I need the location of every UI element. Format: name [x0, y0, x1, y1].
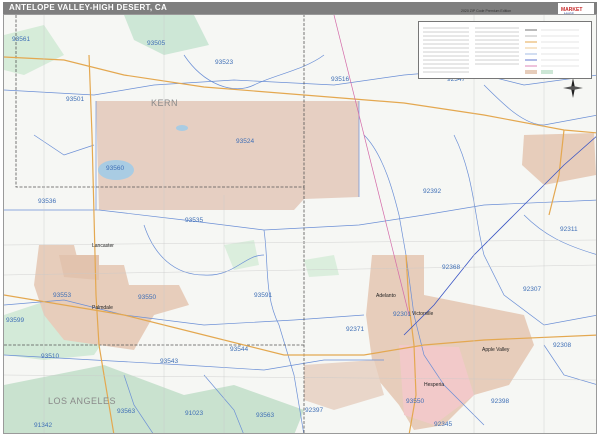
zip-label: 92368	[442, 264, 460, 271]
zip-label: 93550	[406, 398, 424, 405]
map-title: ANTELOPE VALLEY-HIGH DESERT, CA	[9, 3, 168, 12]
zip-label: 93505	[147, 40, 165, 47]
county-label-kern: KERN	[151, 98, 178, 108]
zip-label: 91342	[34, 422, 52, 429]
city-label-apple-valley: Apple Valley	[482, 347, 510, 353]
zip-label: 92301	[393, 311, 411, 318]
edition-label: 2020 ZIP Code Premium Edition	[461, 9, 512, 13]
city-label-adelanto: Adelanto	[376, 293, 396, 299]
zip-label: 92397	[305, 407, 323, 414]
zip-label: 93599	[6, 317, 24, 324]
zip-label: 92311	[560, 226, 578, 233]
zip-label: 93543	[160, 358, 178, 365]
city-label-lancaster: Lancaster	[92, 243, 114, 249]
map-legend	[418, 21, 592, 79]
zip-label: 93550	[138, 294, 156, 301]
county-label-los-angeles: LOS ANGELES	[48, 396, 116, 406]
title-bar: ANTELOPE VALLEY-HIGH DESERT, CA 2020 ZIP…	[3, 2, 597, 16]
zip-label: 93563	[117, 408, 135, 415]
zip-label: 93516	[331, 76, 349, 83]
zip-label: 93536	[38, 198, 56, 205]
city-label-hesperia: Hesperia	[424, 382, 444, 388]
zip-label: 93501	[66, 96, 84, 103]
zip-label: 93524	[236, 138, 254, 145]
zip-label: 91023	[185, 410, 203, 417]
zip-label: 93591	[254, 292, 272, 299]
zip-label: 92345	[434, 421, 452, 428]
zip-label: 93560	[106, 165, 124, 172]
zip-label: 93544	[230, 346, 248, 353]
zip-label: 93563	[256, 412, 274, 419]
zip-label: 92392	[423, 188, 441, 195]
zip-label: 93535	[185, 217, 203, 224]
city-label-palmdale: Palmdale	[92, 305, 113, 311]
zip-label: 93553	[53, 292, 71, 299]
map-frame: ANTELOPE VALLEY-HIGH DESERT, CA 2020 ZIP…	[0, 0, 600, 437]
zip-label: 92307	[523, 286, 541, 293]
zip-label: 92308	[553, 342, 571, 349]
zip-label: 93561	[12, 36, 30, 43]
zip-label: 93510	[41, 353, 59, 360]
zip-label: 93523	[215, 59, 233, 66]
zip-label: 92371	[346, 326, 364, 333]
zip-label: 92398	[491, 398, 509, 405]
city-label-victorville: Victorville	[412, 311, 434, 317]
